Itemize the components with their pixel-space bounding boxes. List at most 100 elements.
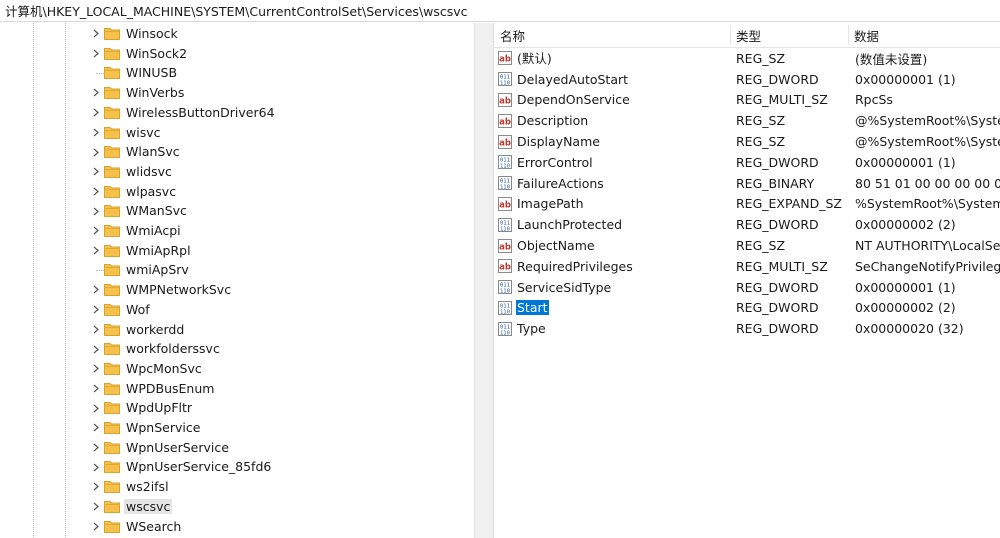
chevron-right-icon[interactable] (92, 103, 100, 123)
value-row[interactable]: 011 110 Type REG_DWORD 0x00000020 (32) (494, 318, 1000, 339)
tree-item[interactable]: WmiAcpi (0, 221, 474, 241)
folder-icon (104, 520, 120, 533)
chevron-right-icon[interactable] (92, 398, 100, 418)
tree-item[interactable]: WINUSB (0, 63, 474, 83)
value-row[interactable]: ab Description REG_SZ @%SystemRoot%\System (494, 110, 1000, 131)
chevron-right-icon[interactable] (92, 320, 100, 340)
chevron-right-icon[interactable] (92, 379, 100, 399)
folder-icon (104, 303, 120, 316)
chevron-right-icon[interactable] (92, 241, 100, 261)
value-name-cell[interactable]: ab (默认) (498, 48, 730, 69)
tree-item-label: WinSock2 (126, 45, 188, 61)
folder-icon (104, 283, 120, 297)
value-row[interactable]: 011 110 LaunchProtected REG_DWORD 0x00000002… (494, 214, 1000, 235)
tree-item[interactable]: WpnUserService_85fd6 (0, 457, 474, 477)
tree-item[interactable]: WmiApRpl (0, 241, 474, 261)
value-name-cell[interactable]: ab RequiredPrivileges (498, 256, 730, 277)
column-header-type[interactable]: 类型 (730, 23, 848, 47)
chevron-right-icon[interactable] (92, 162, 100, 182)
binary-value-icon: 011 110 (498, 155, 512, 170)
value-row[interactable]: ab ObjectName REG_SZ NT AUTHORITY\LocalServ (494, 235, 1000, 256)
chevron-right-icon[interactable] (92, 83, 100, 103)
chevron-right-icon[interactable] (92, 438, 100, 458)
svg-text:110: 110 (500, 80, 510, 86)
value-name-cell[interactable]: 011 110 Type (498, 318, 730, 339)
tree-item[interactable]: WlanSvc (0, 142, 474, 162)
value-row[interactable]: ab ImagePath REG_EXPAND_SZ %SystemRoot%\Sys… (494, 194, 1000, 215)
tree-item[interactable]: wmiApSrv (0, 260, 474, 280)
chevron-right-icon[interactable] (92, 517, 100, 537)
value-row[interactable]: ab DependOnService REG_MULTI_SZ RpcSs (494, 90, 1000, 111)
chevron-right-icon[interactable] (92, 477, 100, 497)
tree-item[interactable]: WpdUpFltr (0, 398, 474, 418)
value-type: REG_EXPAND_SZ (736, 196, 842, 212)
chevron-right-icon[interactable] (92, 339, 100, 359)
value-row[interactable]: ab RequiredPrivileges REG_MULTI_SZ SeChange… (494, 256, 1000, 277)
chevron-right-icon[interactable] (92, 359, 100, 379)
tree-item[interactable]: ws2ifsl (0, 477, 474, 497)
tree-item[interactable]: Winsock (0, 24, 474, 44)
tree-item[interactable]: wlpasvc (0, 182, 474, 202)
value-row[interactable]: ab DisplayName REG_SZ @%SystemRoot%\System (494, 131, 1000, 152)
tree-item[interactable]: Wof (0, 300, 474, 320)
value-name: ObjectName (517, 238, 595, 254)
chevron-right-icon[interactable] (92, 418, 100, 438)
value-row[interactable]: 011 110 ServiceSidType REG_DWORD 0x00000001 … (494, 277, 1000, 298)
tree-item[interactable]: workfolderssvc (0, 339, 474, 359)
chevron-right-icon[interactable] (92, 457, 100, 477)
value-row[interactable]: 011 110 DelayedAutoStart REG_DWORD 0x0000000… (494, 69, 1000, 90)
tree-item[interactable]: WMPNetworkSvc (0, 280, 474, 300)
tree-vertical-scrollbar[interactable] (474, 23, 491, 538)
tree-item[interactable]: WpcMonSvc (0, 359, 474, 379)
value-name-cell[interactable]: ab Description (498, 110, 730, 131)
binary-value-icon: 011 110 (498, 72, 512, 86)
value-name-cell[interactable]: 011 110 Start (498, 298, 730, 319)
chevron-right-icon[interactable] (92, 280, 100, 300)
value-name-cell[interactable]: ab DisplayName (498, 131, 730, 152)
chevron-right-icon[interactable] (92, 201, 100, 221)
chevron-right-icon[interactable] (92, 497, 100, 517)
svg-text:110: 110 (500, 309, 510, 315)
value-name-cell[interactable]: ab DependOnService (498, 90, 730, 111)
tree-item[interactable]: WpnService (0, 418, 474, 438)
value-name-cell[interactable]: ab ObjectName (498, 235, 730, 256)
tree-item[interactable]: WinSock2 (0, 44, 474, 64)
column-header-name[interactable]: 名称 (494, 23, 730, 47)
tree-item[interactable]: WirelessButtonDriver64 (0, 103, 474, 123)
value-row[interactable]: ab (默认) REG_SZ (数值未设置) (494, 48, 1000, 69)
chevron-right-icon[interactable] (92, 24, 100, 44)
tree-item[interactable]: workerdd (0, 320, 474, 340)
chevron-right-icon[interactable] (92, 221, 100, 241)
chevron-right-icon[interactable] (92, 300, 100, 320)
tree-item[interactable]: wisvc (0, 123, 474, 143)
chevron-right-icon[interactable] (92, 123, 100, 143)
tree-item[interactable]: WinVerbs (0, 83, 474, 103)
value-name-cell[interactable]: 011 110 ErrorControl (498, 152, 730, 173)
value-name-cell[interactable]: 011 110 LaunchProtected (498, 214, 730, 235)
registry-values-list[interactable]: 名称 类型 数据 ab (默认) REG_SZ (数值未设置) 011 110 Delaye… (494, 23, 1000, 538)
tree-item[interactable]: WManSvc (0, 201, 474, 221)
value-name-cell[interactable]: 011 110 ServiceSidType (498, 277, 730, 298)
column-header-data-label: 数据 (854, 28, 880, 44)
tree-item[interactable]: WPDBusEnum (0, 379, 474, 399)
tree-item[interactable]: wscsvc (0, 497, 474, 517)
value-name-cell[interactable]: ab ImagePath (498, 194, 730, 215)
value-name: Start (516, 300, 549, 316)
svg-text:ab: ab (499, 96, 511, 106)
value-row[interactable]: 011 110 Start REG_DWORD 0x00000002 (2) (494, 298, 1000, 319)
tree-item-label: wscsvc (124, 498, 173, 514)
tree-item[interactable]: WSearch (0, 517, 474, 537)
column-header-data[interactable]: 数据 (848, 23, 1000, 47)
tree-item[interactable]: wlidsvc (0, 162, 474, 182)
address-bar[interactable]: 计算机\HKEY_LOCAL_MACHINE\SYSTEM\CurrentCon… (0, 0, 1000, 22)
value-row[interactable]: 011 110 FailureActions REG_BINARY 80 51 01 0… (494, 173, 1000, 194)
value-name: FailureActions (517, 175, 604, 191)
value-name-cell[interactable]: 011 110 DelayedAutoStart (498, 69, 730, 90)
value-row[interactable]: 011 110 ErrorControl REG_DWORD 0x00000001 (1… (494, 152, 1000, 173)
tree-item[interactable]: WpnUserService (0, 438, 474, 458)
value-name-cell[interactable]: 011 110 FailureActions (498, 173, 730, 194)
registry-key-tree[interactable]: Winsock WinSock2 WINUSB WinVerbs WirelessBut… (0, 23, 474, 538)
chevron-right-icon[interactable] (92, 142, 100, 162)
chevron-right-icon[interactable] (92, 44, 100, 64)
chevron-right-icon[interactable] (92, 182, 100, 202)
